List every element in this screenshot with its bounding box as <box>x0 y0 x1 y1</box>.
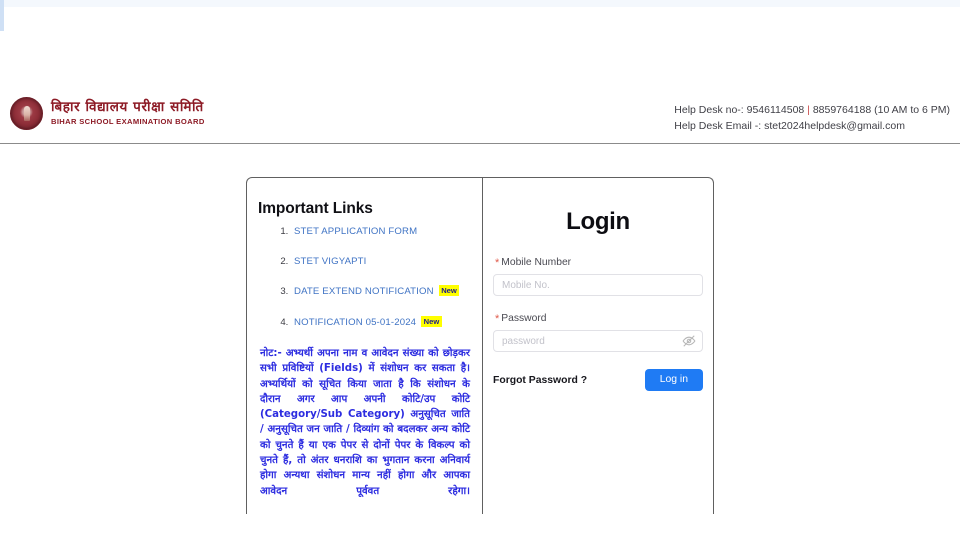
note-bold-category: (Category/Sub Category) <box>260 409 405 421</box>
brand-name-english: BIHAR SCHOOL EXAMINATION BOARD <box>51 117 205 127</box>
link-stet-vigyapti[interactable]: STET VIGYAPTI <box>294 256 367 267</box>
link-date-extend-notification[interactable]: DATE EXTEND NOTIFICATION <box>294 286 434 297</box>
required-marker: * <box>495 257 500 269</box>
note-part-3: अनुसूचित जाति / अनुसूचित जन जाति / दिव्य… <box>260 409 470 497</box>
helpdesk-phone-line: Help Desk no-: 9546114508 | 8859764188 (… <box>674 102 950 118</box>
mobile-number-input[interactable] <box>493 274 703 296</box>
brand-name-hindi: बिहार विद्यालय परीक्षा समिति <box>51 99 204 116</box>
login-title: Login <box>566 208 630 235</box>
mobile-number-label-text: Mobile Number <box>501 257 572 268</box>
new-badge: New <box>421 315 442 327</box>
new-badge: New <box>438 285 460 296</box>
important-links-list: STET APPLICATION FORM STET VIGYAPTI DATE… <box>247 226 482 328</box>
list-item: STET VIGYAPTI <box>291 256 482 267</box>
password-field-wrap <box>493 330 703 352</box>
bihar-board-emblem-icon <box>10 97 43 130</box>
forgot-password-link[interactable]: Forgot Password ? <box>493 375 587 386</box>
password-input[interactable] <box>493 330 703 352</box>
required-marker: * <box>495 313 500 325</box>
helpdesk-phone-prefix: Help Desk no-: 9546114508 <box>674 104 808 116</box>
password-label-text: Password <box>501 313 547 324</box>
mobile-number-field-wrap <box>493 274 703 296</box>
login-panel: Login *Mobile Number *Password Forgot Pa… <box>483 178 713 514</box>
password-label: * Password <box>495 313 703 325</box>
mobile-number-label: * Mobile Number <box>495 257 703 269</box>
helpdesk-email-line: Help Desk Email -: stet2024helpdesk@gmai… <box>674 120 905 133</box>
important-links-title: Important Links <box>258 200 373 217</box>
list-item: STET APPLICATION FORM <box>291 226 482 237</box>
list-item: DATE EXTEND NOTIFICATION New <box>291 285 482 297</box>
helpdesk-phone-suffix: 8859764188 (10 AM to 6 PM) <box>809 104 950 116</box>
log-in-button[interactable]: Log in <box>644 369 703 392</box>
helpdesk-info: Help Desk no-: 9546114508 | 8859764188 (… <box>674 102 950 135</box>
brand[interactable]: बिहार विद्यालय परीक्षा समिति BIHAR SCHOO… <box>10 97 205 130</box>
login-card: Important Links STET APPLICATION FORM ST… <box>246 177 714 514</box>
browser-left-edge-strip <box>0 0 4 31</box>
list-item: NOTIFICATION 05-01-2024 New <box>291 315 482 328</box>
browser-top-band <box>0 0 960 7</box>
brand-text: बिहार विद्यालय परीक्षा समिति BIHAR SCHOO… <box>51 100 205 126</box>
link-notification-05-01-2024[interactable]: NOTIFICATION 05-01-2024 <box>294 317 416 328</box>
hindi-note: नोट:- अभ्यर्थी अपना नाम व आवेदन संख्या क… <box>260 346 470 499</box>
important-links-panel: Important Links STET APPLICATION FORM ST… <box>247 178 483 514</box>
login-actions: Forgot Password ? Log in <box>493 369 703 392</box>
link-stet-application-form[interactable]: STET APPLICATION FORM <box>294 226 417 237</box>
site-header: बिहार विद्यालय परीक्षा समिति BIHAR SCHOO… <box>0 88 960 144</box>
eye-slash-icon[interactable] <box>682 334 696 348</box>
note-bold-fields: (Fields) <box>319 363 363 375</box>
